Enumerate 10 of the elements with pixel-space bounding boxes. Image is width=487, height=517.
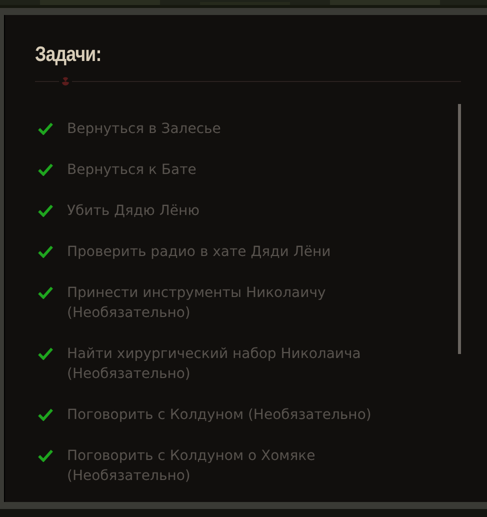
- task-text: Вернуться к Бате: [67, 161, 196, 180]
- task-text: Проверить радио в хате Дяди Лёни: [67, 243, 331, 262]
- task-text: Вернуться в Залесье: [67, 120, 221, 139]
- scrollbar[interactable]: [458, 104, 461, 354]
- task-text: Поговорить с Колдуном (Необязательно): [67, 406, 372, 425]
- task-text: Принести инструменты Николаичу (Необязательно): [67, 284, 327, 323]
- panel-title: Задачи:: [35, 43, 102, 68]
- task-text: Убить Дядю Лёню: [67, 202, 200, 221]
- task-text: Поговорить с Колдуном о Хомяке (Необязательно): [67, 447, 316, 486]
- task-text: Найти хирургический набор Николаича (Необязательно): [67, 345, 362, 384]
